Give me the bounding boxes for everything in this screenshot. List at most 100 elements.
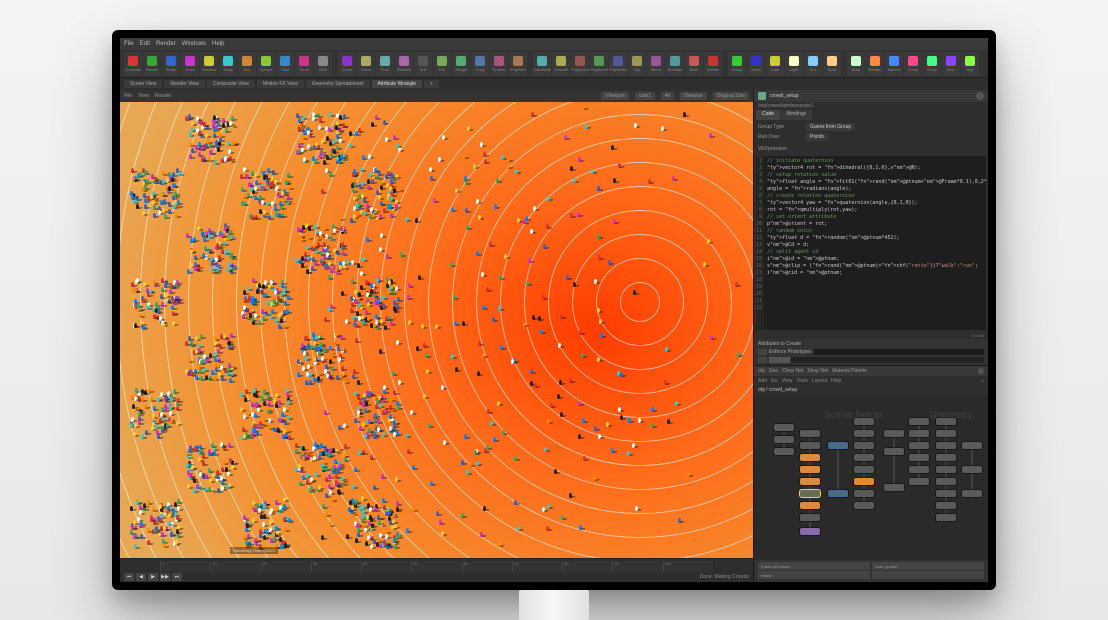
network-node[interactable]	[854, 502, 874, 509]
vp-menu-render[interactable]: Render	[155, 93, 171, 99]
network-node[interactable]	[800, 430, 820, 437]
net-tab-geo[interactable]: Geo	[769, 368, 778, 374]
network-node[interactable]	[854, 442, 874, 449]
vp-original-size[interactable]: Original Size	[713, 92, 749, 100]
shelf-tool-xform[interactable]: Xform	[747, 52, 765, 76]
shelf-tool-blast[interactable]: Blast	[685, 52, 703, 76]
run-over-dropdown[interactable]: Points	[806, 133, 828, 141]
net-tab-obj[interactable]: obj	[758, 368, 765, 374]
shelf-tool-font[interactable]: Font	[376, 52, 394, 76]
net-menu-go[interactable]: Go	[771, 378, 778, 384]
shelf-tool-circle[interactable]: Circle	[357, 52, 375, 76]
shelf-tool-pose[interactable]: Pose	[181, 52, 199, 76]
menu-edit[interactable]: Edit	[140, 41, 150, 47]
shelf-tool-group[interactable]: Group	[728, 52, 746, 76]
shelf-tool-comp[interactable]: Comp	[904, 52, 922, 76]
network-node[interactable]	[936, 478, 956, 485]
net-footer-btn-4[interactable]	[872, 571, 984, 579]
shelf-tool-file[interactable]: File	[433, 52, 451, 76]
shelf-tool-sop[interactable]: Sop	[961, 52, 979, 76]
shelf-tool-polybevel[interactable]: PolyBevel	[590, 52, 608, 76]
network-node[interactable]	[800, 454, 820, 461]
shelf-tool-polywire[interactable]: PolyWire	[509, 52, 527, 76]
shelf-tool-snap[interactable]: Snap	[219, 52, 237, 76]
shelf-tool-render[interactable]: Render	[866, 52, 884, 76]
net-tab-mat[interactable]: Material Palette	[832, 368, 867, 374]
network-node[interactable]	[909, 442, 929, 449]
network-node[interactable]	[962, 466, 982, 473]
network-node[interactable]	[909, 430, 929, 437]
menu-file[interactable]: File	[124, 41, 134, 47]
parm-tab-bindings[interactable]: Bindings	[781, 110, 812, 120]
parm-tab-code[interactable]: Code	[756, 110, 780, 120]
tl-last-button[interactable]: ⏭	[172, 573, 182, 581]
code-editor[interactable]: 12345678910111213141516171819202122 // i…	[756, 156, 986, 330]
net-tab-chop[interactable]: Chop Net	[782, 368, 803, 374]
network-node[interactable]	[909, 478, 929, 485]
network-node[interactable]	[854, 430, 874, 437]
shelf-tool-env[interactable]: Env	[804, 52, 822, 76]
network-node[interactable]	[800, 490, 820, 497]
network-node[interactable]	[936, 454, 956, 461]
gear-icon[interactable]	[976, 92, 984, 100]
attr-slider[interactable]	[769, 357, 984, 363]
network-node[interactable]	[854, 478, 874, 485]
shelf-tool-dop[interactable]: Dop	[942, 52, 960, 76]
network-node[interactable]	[774, 436, 794, 443]
net-menu-add[interactable]: Add	[758, 378, 767, 384]
shelf-tool-platonic[interactable]: Platonic	[395, 52, 413, 76]
network-node[interactable]	[774, 424, 794, 431]
group-type-dropdown[interactable]: Guess from Group	[806, 123, 855, 131]
pane-tab-attribute-wrangle[interactable]: Attribute Wrangle	[372, 80, 423, 88]
network-node[interactable]	[854, 490, 874, 497]
menu-render[interactable]: Render	[156, 41, 176, 47]
menu-help[interactable]: Help	[212, 41, 224, 47]
net-menu-tools[interactable]: Tools	[796, 378, 808, 384]
network-node[interactable]	[854, 466, 874, 473]
shelf-tool-smooth[interactable]: Smooth	[552, 52, 570, 76]
viewport[interactable]: Rendering Time: 0:14.2	[120, 102, 753, 558]
tl-next-button[interactable]: ▶▶	[160, 573, 170, 581]
network-node[interactable]	[936, 490, 956, 497]
network-node[interactable]	[936, 466, 956, 473]
network-node[interactable]	[884, 448, 904, 455]
shelf-tool-null[interactable]: Null	[414, 52, 432, 76]
shelf-tool-curve[interactable]: Curve	[338, 52, 356, 76]
network-node[interactable]	[936, 514, 956, 521]
net-tab-shop[interactable]: Shop Net	[807, 368, 828, 374]
shelf-tool-merge[interactable]: Merge	[452, 52, 470, 76]
shelf-tool-chop[interactable]: Chop	[923, 52, 941, 76]
network-node[interactable]	[962, 442, 982, 449]
shelf-tool-rotate[interactable]: Rotate	[143, 52, 161, 76]
attr-toggle-1[interactable]	[758, 349, 767, 355]
timeline-track[interactable]: 1102030405060708090100	[160, 561, 713, 572]
network-node[interactable]	[909, 454, 929, 461]
vp-mode[interactable]: Viewport	[601, 92, 628, 100]
shelf-tool-subdivide[interactable]: Subdivide	[533, 52, 551, 76]
net-footer-btn-2[interactable]: Home	[758, 571, 870, 579]
menu-windows[interactable]: Windows	[182, 41, 206, 47]
shelf-tool-torus[interactable]: Torus	[295, 52, 313, 76]
net-menu-layout[interactable]: Layout	[812, 378, 827, 384]
net-footer-btn-1[interactable]: Frame All Nodes	[758, 562, 870, 570]
vp-denoise[interactable]: Denoise	[680, 92, 706, 100]
shelf-tool-translate[interactable]: Translate	[124, 52, 142, 76]
shelf-tool-polyreduce[interactable]: PolyReduce	[609, 52, 627, 76]
network-breadcrumb[interactable]: obj / crowd_setup	[754, 386, 988, 394]
net-menu-view[interactable]: View	[782, 378, 793, 384]
shelf-tool-delete[interactable]: Delete	[704, 52, 722, 76]
network-view[interactable]: Scene SetupGeometry	[754, 394, 988, 560]
pane-tab-motion-fx-view[interactable]: Motion FX View	[257, 80, 304, 88]
network-node[interactable]	[884, 430, 904, 437]
attr-field-1[interactable]	[814, 349, 984, 355]
network-node[interactable]	[800, 502, 820, 509]
vp-menu-file[interactable]: File	[124, 93, 132, 99]
shelf-tool-grid[interactable]: Grid	[314, 52, 332, 76]
network-node[interactable]	[854, 454, 874, 461]
vp-aa[interactable]: 4x	[661, 92, 674, 100]
shelf-tool-scatter[interactable]: Scatter	[490, 52, 508, 76]
network-node[interactable]	[800, 528, 820, 535]
net-footer-btn-3[interactable]: Auto Update	[872, 562, 984, 570]
vp-camera[interactable]: cam1	[635, 92, 655, 100]
network-node[interactable]	[854, 418, 874, 425]
